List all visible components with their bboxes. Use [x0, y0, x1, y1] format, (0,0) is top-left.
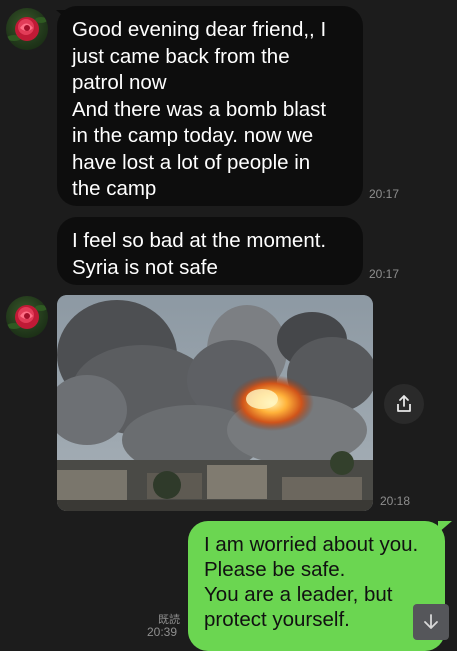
sender-avatar[interactable]: [6, 296, 48, 338]
explosion-photo: [57, 295, 373, 511]
message-timestamp: 20:39: [147, 625, 178, 639]
scroll-to-bottom-button[interactable]: [413, 604, 449, 640]
outgoing-message[interactable]: I am worried about you. Please be safe. …: [188, 521, 445, 651]
share-icon: [397, 395, 411, 412]
sender-avatar[interactable]: [6, 8, 48, 50]
rose-avatar-icon: [7, 17, 47, 41]
share-button[interactable]: [384, 384, 424, 424]
incoming-message[interactable]: Good evening dear friend,, I just came b…: [57, 6, 363, 206]
message-timestamp: 20:17: [369, 187, 400, 201]
message-timestamp: 20:17: [369, 267, 400, 281]
incoming-message[interactable]: I feel so bad at the moment. Syria is no…: [57, 217, 363, 285]
image-message[interactable]: [57, 295, 373, 511]
rose-avatar-icon: [7, 305, 47, 329]
arrow-down-icon: [424, 614, 438, 629]
message-timestamp: 20:18: [380, 494, 411, 508]
